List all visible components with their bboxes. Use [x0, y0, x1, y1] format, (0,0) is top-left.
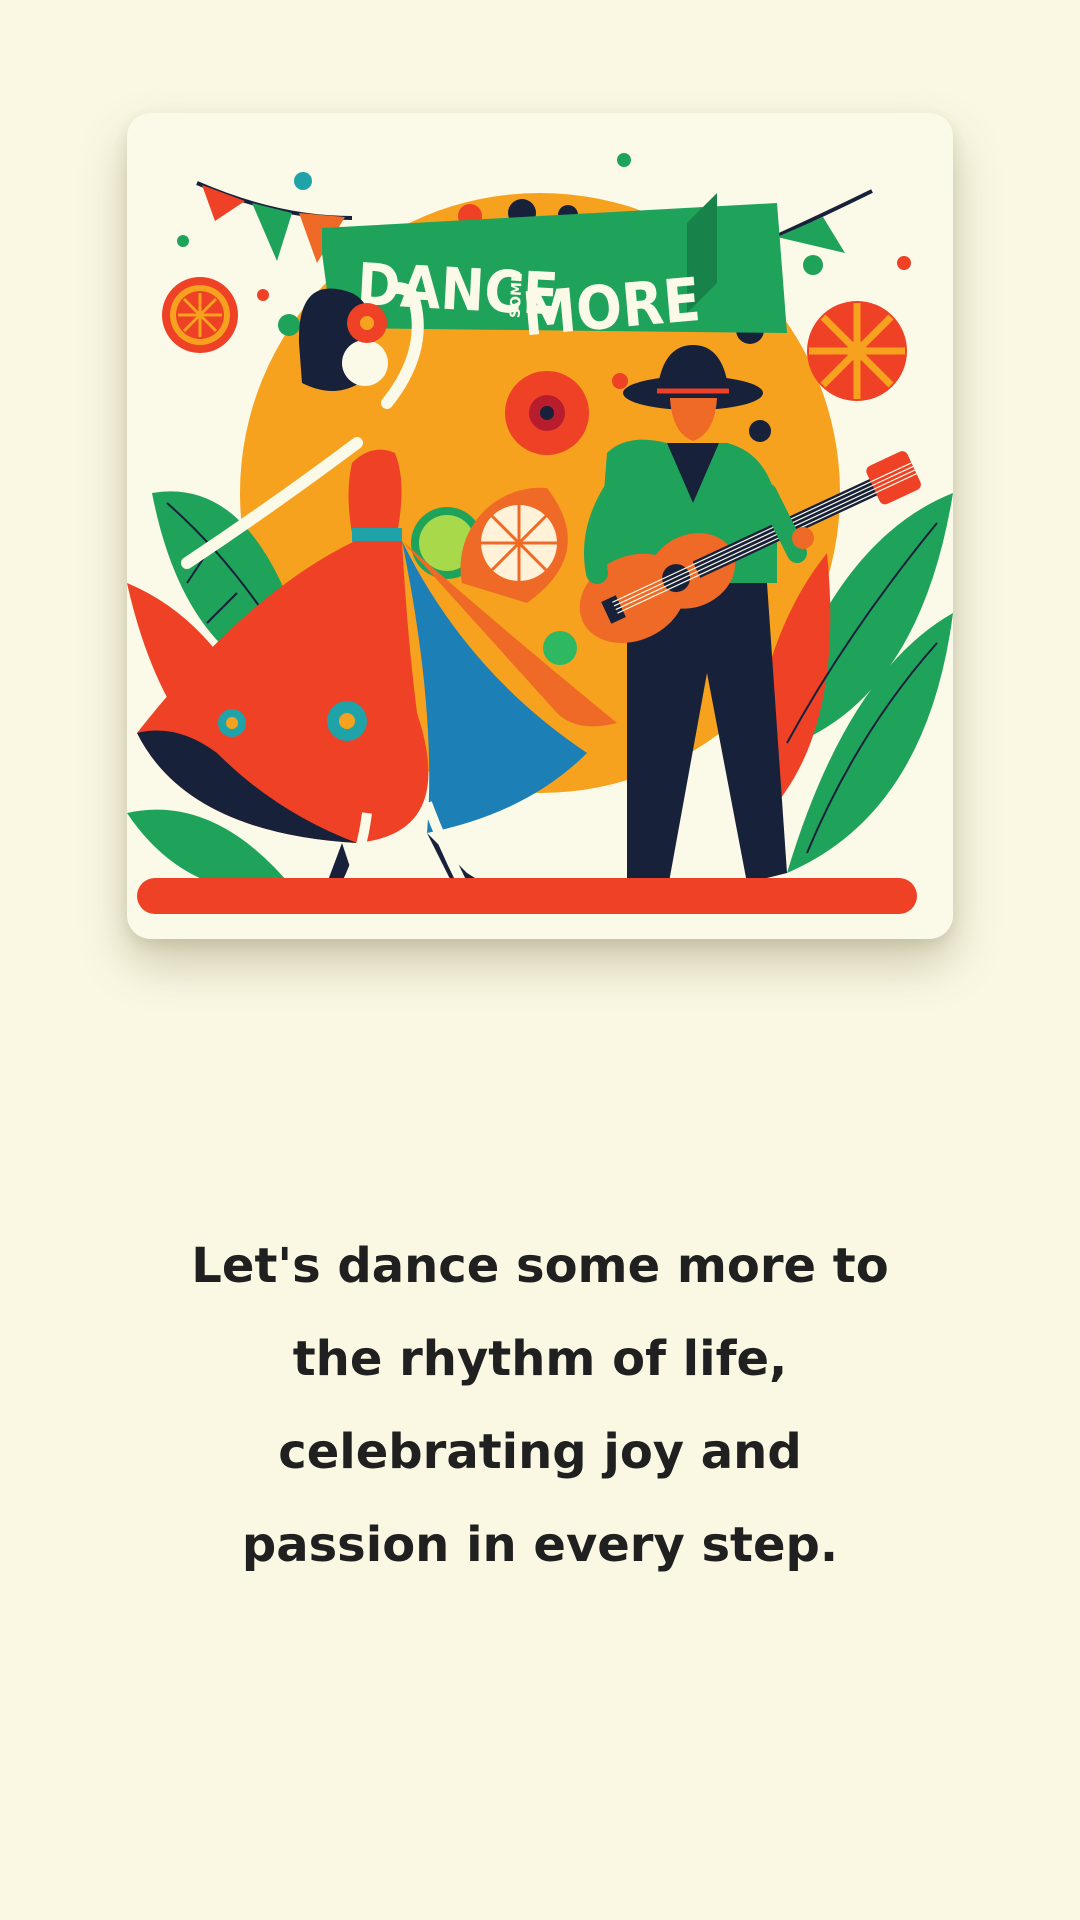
- caption-line-2: the rhythm of life,: [292, 1331, 788, 1387]
- caption-line-1: Let's dance some more to: [191, 1238, 889, 1294]
- page: DANCE SOME MORE Let's dance some more to…: [0, 0, 1080, 1920]
- caption-line-3: celebrating joy and: [278, 1424, 802, 1480]
- dance-illustration-card: DANCE SOME MORE: [127, 113, 953, 939]
- dance-illustration: DANCE SOME MORE: [127, 113, 953, 939]
- caption-text: Let's dance some more to the rhythm of l…: [140, 1220, 940, 1592]
- floor-stripe: [137, 878, 917, 914]
- caption-line-4: passion in every step.: [241, 1517, 839, 1573]
